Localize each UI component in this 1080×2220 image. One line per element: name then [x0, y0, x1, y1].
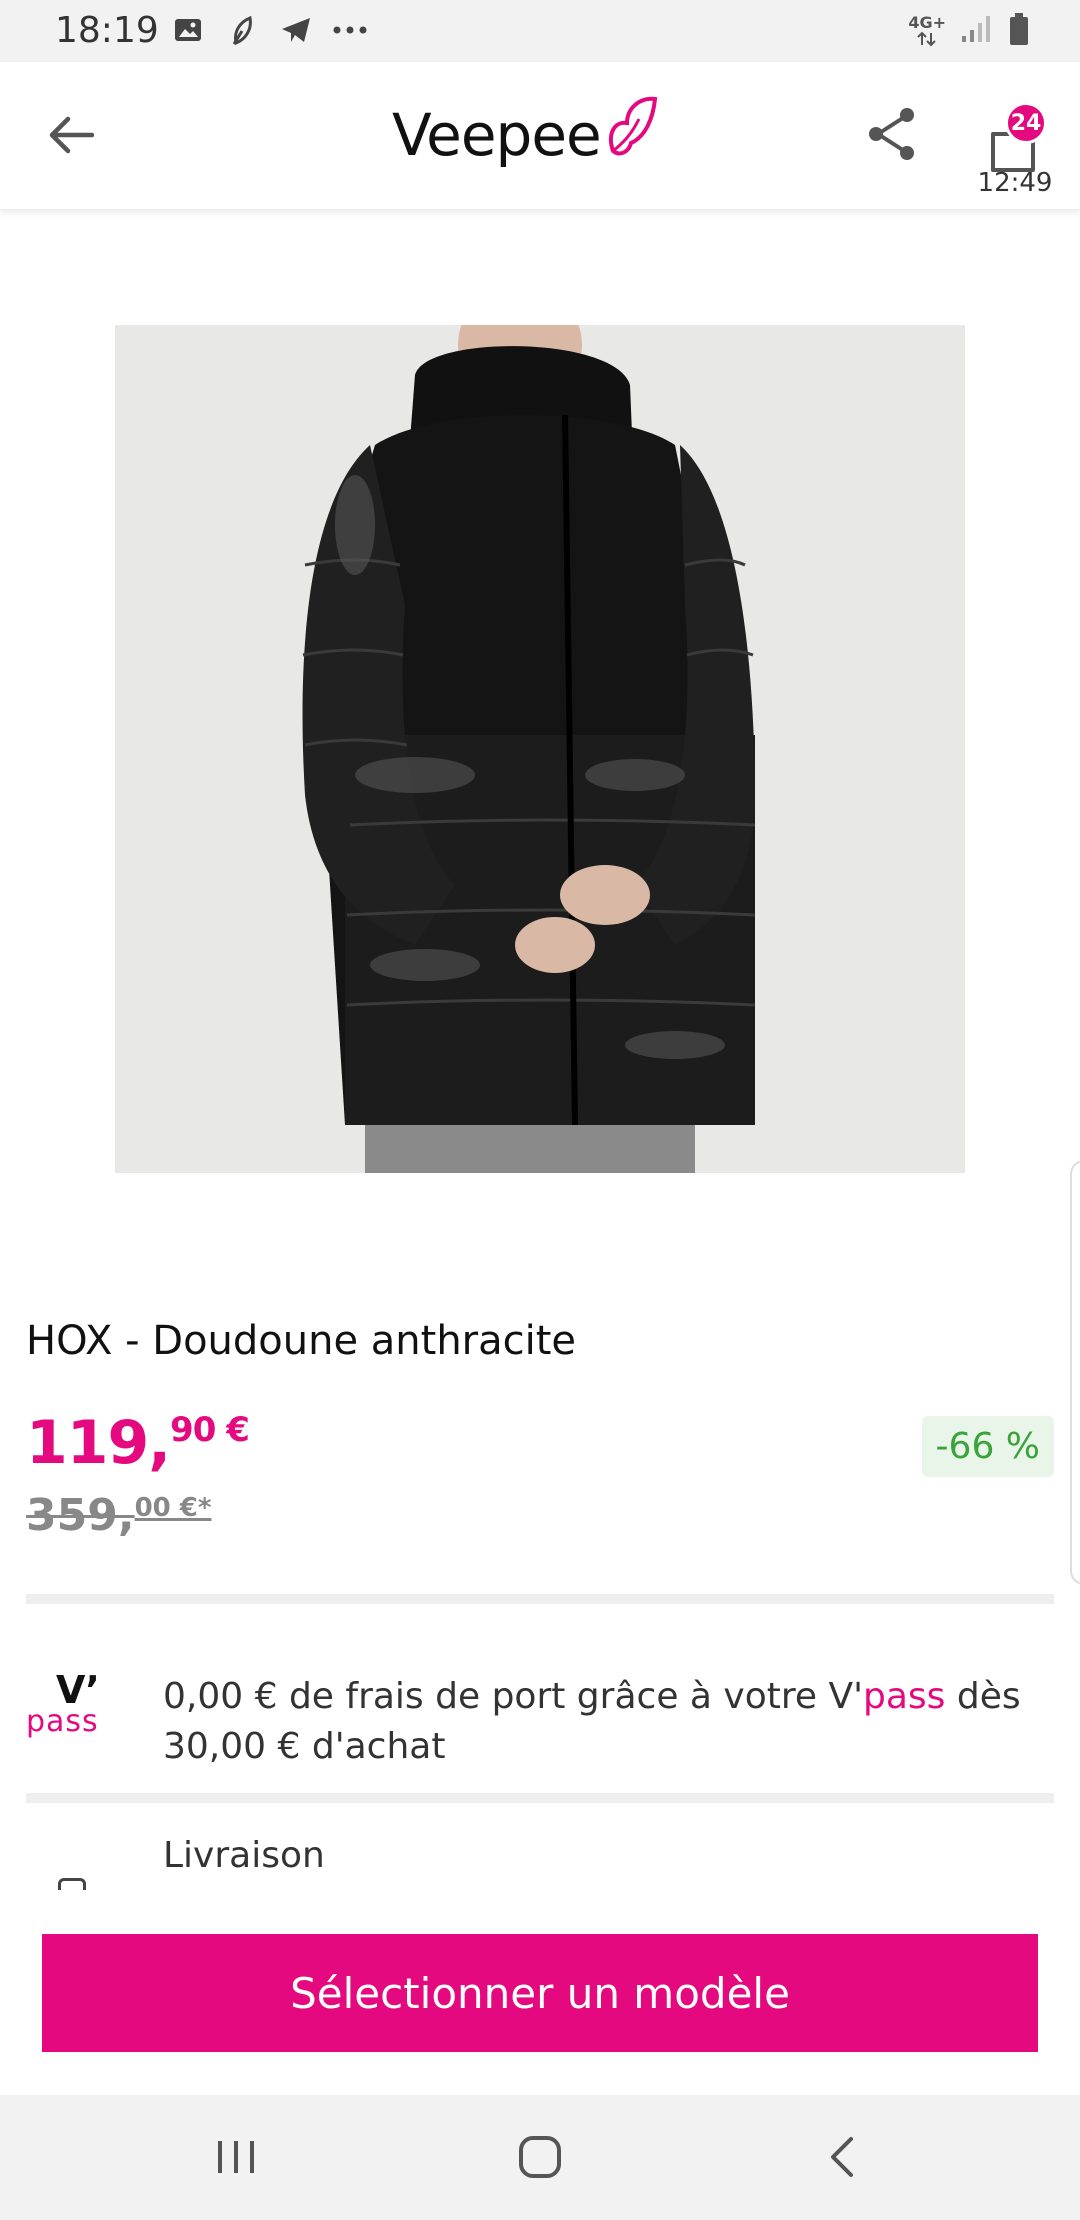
- share-icon: [869, 108, 914, 160]
- side-panel-handle[interactable]: [1070, 1160, 1080, 1585]
- old-price-integer: 359,: [26, 1490, 135, 1541]
- more-dots-icon: [332, 12, 368, 48]
- product-title: HOX - Doudoune anthracite: [26, 1318, 577, 1364]
- vpass-text-before: 0,00 € de frais de port grâce à votre V': [163, 1676, 863, 1717]
- cta-container: Sélectionner un modèle: [0, 1890, 1080, 2095]
- recent-apps-icon: [218, 2141, 254, 2173]
- home-button[interactable]: [500, 2125, 580, 2189]
- vpass-logo-word: pass: [26, 1704, 99, 1739]
- current-price: 119,90 €: [26, 1408, 250, 1478]
- signal-icon: [960, 14, 994, 48]
- share-button[interactable]: [860, 102, 924, 166]
- vpass-logo: V’ pass: [26, 1668, 122, 1739]
- cart-timer: 12:49: [977, 168, 1053, 198]
- back-button[interactable]: [40, 104, 102, 166]
- discount-badge: -66 %: [921, 1416, 1054, 1477]
- divider: [26, 1793, 1054, 1803]
- delivery-label[interactable]: Livraison: [163, 1835, 325, 1876]
- home-icon: [519, 2136, 561, 2178]
- system-nav-bar: [0, 2095, 1080, 2220]
- back-icon: [831, 2137, 853, 2177]
- vpass-shipping-info[interactable]: 0,00 € de frais de port grâce à votre V'…: [163, 1672, 1043, 1772]
- app-bar: Veepee 24 12:49: [0, 62, 1080, 210]
- divider: [26, 1594, 1054, 1604]
- arrow-left-icon: [49, 116, 94, 154]
- logo-text: Veepee: [392, 101, 602, 169]
- product-image[interactable]: [115, 325, 965, 1173]
- nav-back-button[interactable]: [802, 2125, 882, 2189]
- select-model-button[interactable]: Sélectionner un modèle: [42, 1934, 1038, 2052]
- cart-button[interactable]: 24 12:49: [975, 102, 1055, 202]
- vpass-text-pink: pass: [862, 1676, 946, 1717]
- price-decimals: 90 €: [170, 1410, 250, 1450]
- original-price: 359,00 €*: [26, 1490, 211, 1541]
- old-price-decimals: 00 €*: [134, 1493, 212, 1523]
- network-icon: 4G+: [908, 15, 946, 47]
- status-time: 18:19: [55, 10, 159, 51]
- veepee-logo[interactable]: Veepee: [392, 90, 661, 180]
- image-icon: [170, 12, 206, 48]
- product-photo: [115, 325, 965, 1173]
- status-bar: 18:19 4G+: [0, 0, 1080, 62]
- telegram-icon: [278, 12, 314, 48]
- butterfly-icon: [608, 96, 657, 156]
- price-integer: 119,: [26, 1408, 171, 1478]
- leaf-icon: [224, 12, 260, 48]
- cart-count-badge: 24: [1005, 102, 1047, 144]
- recent-apps-button[interactable]: [196, 2125, 276, 2189]
- battery-icon: [1008, 12, 1030, 50]
